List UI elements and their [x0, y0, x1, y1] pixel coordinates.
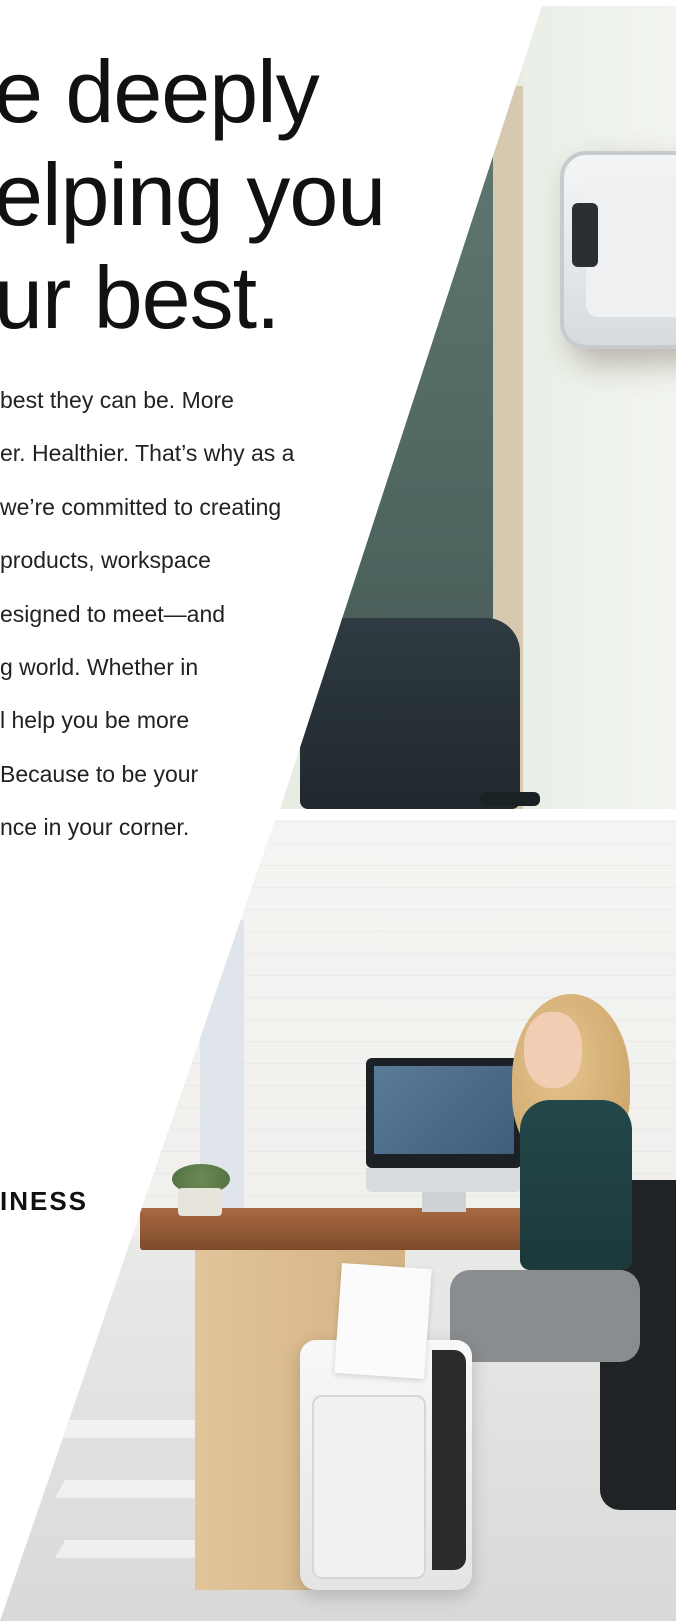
plant-pot [178, 1188, 222, 1216]
body-line: products, workspace [0, 547, 211, 574]
body-line: l help you be more [0, 707, 190, 734]
body-line: best they can be. More [0, 387, 234, 413]
body-line: we’re committed to creating [0, 493, 282, 520]
person-face [524, 1012, 582, 1088]
body-paragraph: best they can be. More er. Healthier. Th… [0, 374, 294, 855]
body-line: esigned to meet—and [0, 600, 226, 627]
monitor-stand [422, 1192, 466, 1212]
paper-sheet [334, 1262, 432, 1380]
body-line: nce in your corner. [0, 814, 190, 841]
body-line: Because to be your [0, 760, 199, 787]
body-line: g world. Whether in [0, 654, 199, 681]
air-purifier [560, 151, 676, 349]
monitor-screen [374, 1066, 514, 1154]
person-skirt [450, 1270, 640, 1362]
shredder-side [432, 1350, 466, 1570]
office-shredder-photo [0, 820, 676, 1621]
page-headline: e deeply elping you ur best. [0, 40, 386, 349]
headline-line: ur best. [0, 248, 280, 347]
headline-line: e deeply [0, 42, 320, 141]
purifier-controls [572, 203, 598, 267]
person-top [520, 1100, 632, 1270]
headline-line: elping you [0, 145, 386, 244]
monitor-chin [366, 1168, 522, 1192]
purifier-panel [586, 177, 676, 317]
body-line: er. Healthier. That’s why as a [0, 440, 295, 467]
chair-armrest [480, 792, 540, 806]
brand-label: INESS [0, 1186, 89, 1216]
wall [523, 6, 676, 809]
office-chair [300, 618, 520, 809]
shredder-door [312, 1395, 426, 1579]
